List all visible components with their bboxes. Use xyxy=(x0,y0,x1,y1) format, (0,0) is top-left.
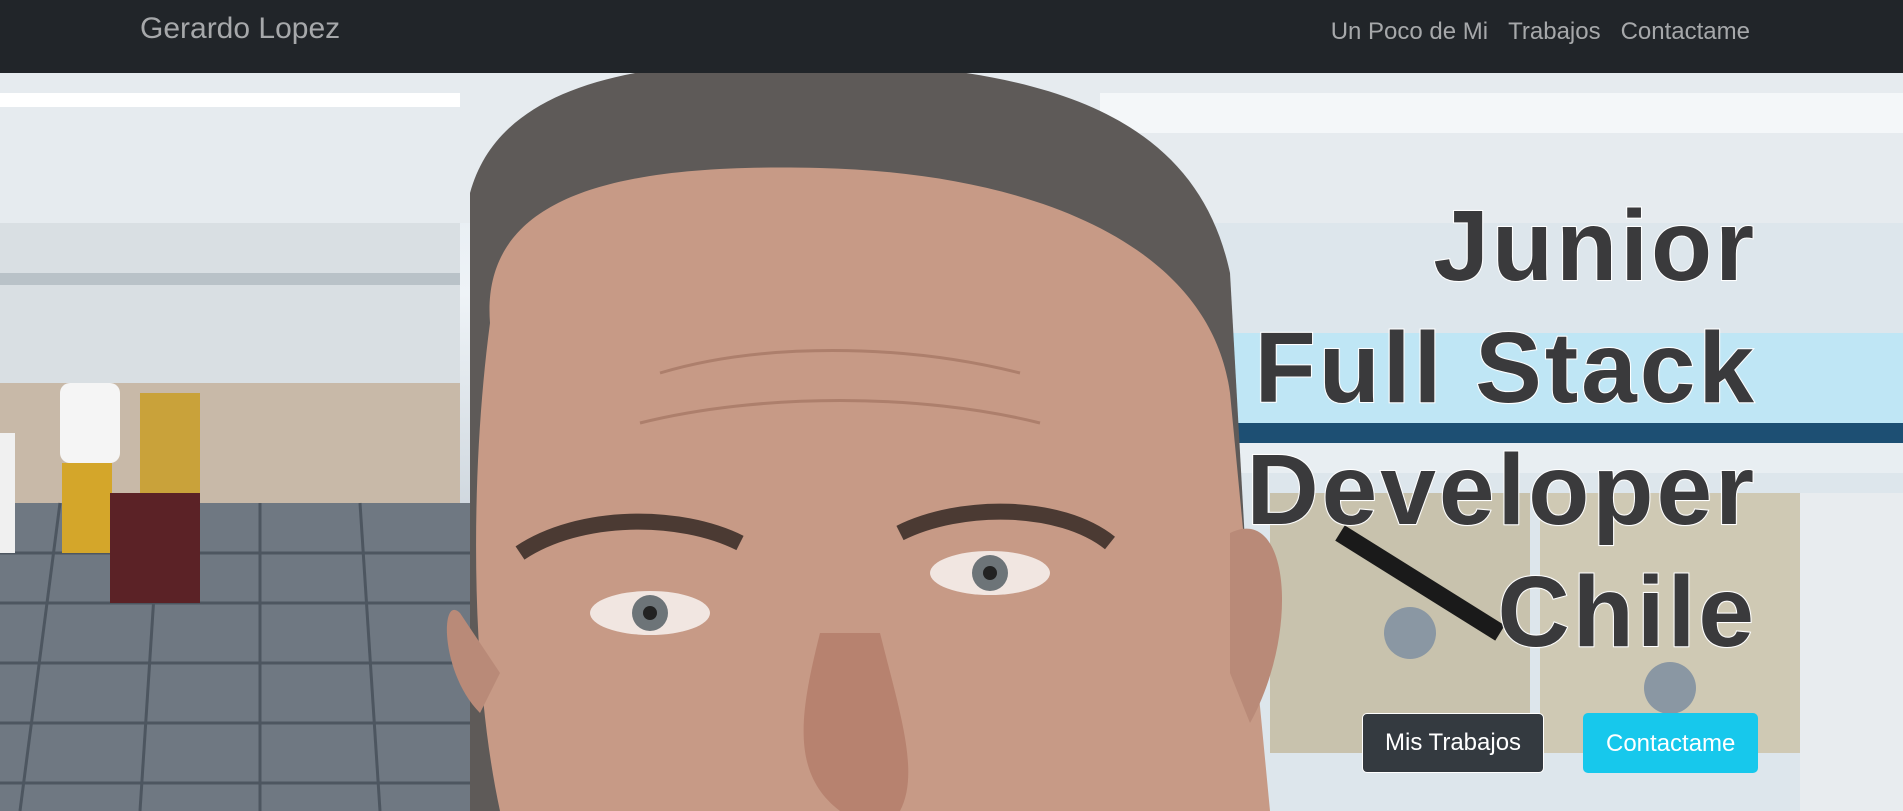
headline-line-3: Developer xyxy=(1245,433,1757,547)
hero-section: Junior Full Stack Developer Chile Mis Tr… xyxy=(0,73,1903,811)
nav-link-un-poco-de-mi[interactable]: Un Poco de Mi xyxy=(1331,18,1488,46)
brand-link[interactable]: Gerardo Lopez xyxy=(140,12,340,46)
headline-line-1: Junior xyxy=(1432,189,1757,303)
headline-line-2: Full Stack xyxy=(1254,311,1757,425)
contactame-button[interactable]: Contactame xyxy=(1583,713,1759,773)
nav-links: Un Poco de Mi Trabajos Contactame xyxy=(1331,18,1750,46)
nav-link-trabajos[interactable]: Trabajos xyxy=(1508,18,1600,46)
mis-trabajos-button[interactable]: Mis Trabajos xyxy=(1362,713,1545,773)
nav-link-contactame[interactable]: Contactame xyxy=(1621,18,1750,46)
hero-headline: Junior Full Stack Developer Chile xyxy=(1245,185,1757,673)
top-navbar: Gerardo Lopez Un Poco de Mi Trabajos Con… xyxy=(0,0,1903,73)
headline-line-4: Chile xyxy=(1497,555,1757,669)
